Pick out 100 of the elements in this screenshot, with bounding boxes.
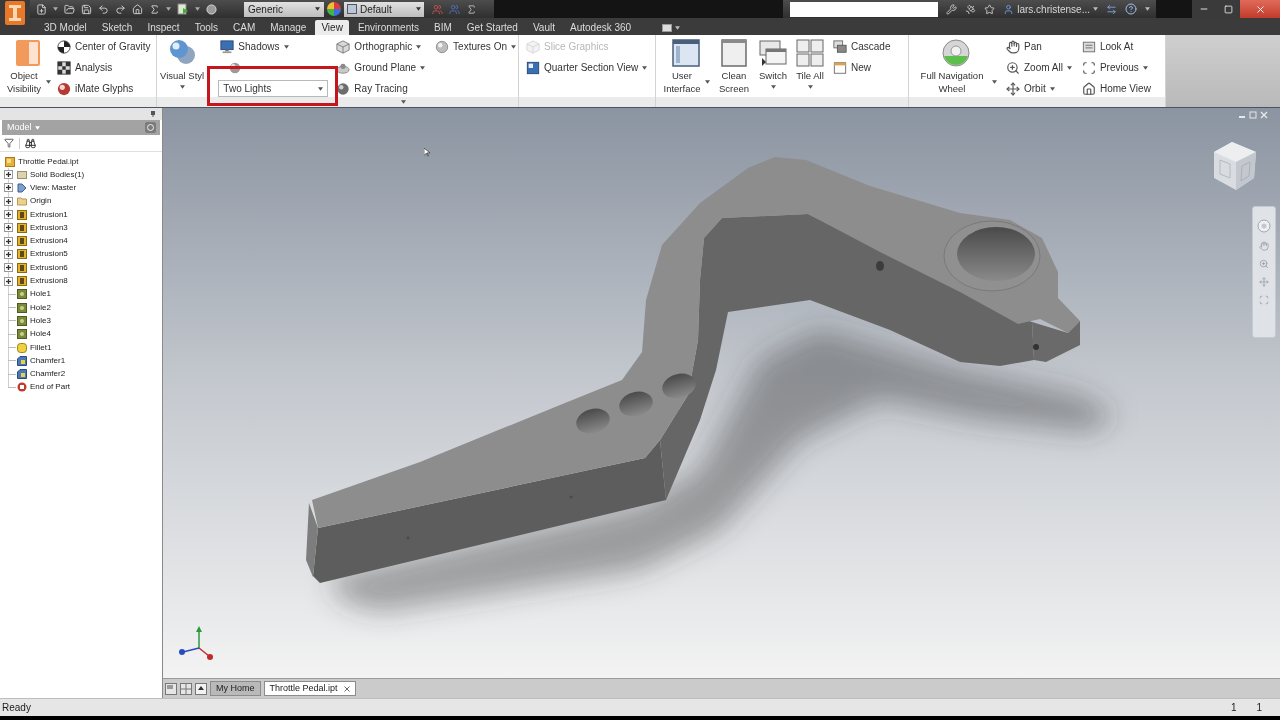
tree-item[interactable]: Extrusion4 xyxy=(30,235,68,248)
help-icon[interactable] xyxy=(1125,3,1137,15)
star-icon[interactable] xyxy=(984,3,996,15)
ribbon-button[interactable]: Center of Gravity xyxy=(55,36,153,57)
ribbon-button[interactable]: Zoom All xyxy=(1004,57,1074,78)
expand-toggle[interactable] xyxy=(4,276,13,286)
new-file-icon[interactable] xyxy=(36,3,47,15)
tree-item[interactable]: Hole3 xyxy=(30,314,51,327)
expand-toggle[interactable] xyxy=(4,223,13,233)
home-icon[interactable] xyxy=(132,3,143,15)
ribbon-button[interactable]: Full Navigation Wheel xyxy=(913,36,998,96)
tree-item[interactable]: Fillet1 xyxy=(30,341,52,354)
ribbon-button[interactable]: New xyxy=(831,57,873,78)
ribbon-button[interactable]: Clean Screen xyxy=(716,36,752,96)
people-icon[interactable] xyxy=(432,3,443,15)
tree-item[interactable]: Extrusion8 xyxy=(30,275,68,287)
ribbon-tab[interactable]: Environments xyxy=(351,20,425,35)
appearance-dropdown[interactable]: Default xyxy=(344,1,424,17)
tree-item[interactable]: Chamfer2 xyxy=(30,368,66,381)
ribbon-button[interactable]: Textures On xyxy=(433,36,518,57)
windows-icon[interactable] xyxy=(165,682,177,695)
ribbon-button[interactable]: Cascade xyxy=(831,36,893,57)
user-menu[interactable]: lars.christense... xyxy=(1003,1,1098,17)
tree-item[interactable]: Hole1 xyxy=(30,288,51,301)
ribbon-button[interactable]: Analysis xyxy=(55,57,115,78)
folder-icon[interactable] xyxy=(64,3,75,15)
ribbon-button[interactable]: Previous xyxy=(1079,57,1150,78)
tree-item[interactable]: Chamfer1 xyxy=(30,354,66,367)
ribbon-button[interactable]: Orthographic xyxy=(334,36,424,57)
expand-toggle[interactable] xyxy=(4,196,13,206)
material-dropdown[interactable]: Generic xyxy=(244,1,324,17)
ribbon-button[interactable]: Orbit xyxy=(1004,78,1057,99)
expand-toggle[interactable] xyxy=(4,249,13,259)
ribbon-tab[interactable]: CAM xyxy=(227,20,262,35)
ribbon-button[interactable]: Visual Styl xyxy=(159,36,206,96)
ribbon-tab[interactable]: Inspect xyxy=(141,20,186,35)
exchange-icon[interactable] xyxy=(1106,3,1117,15)
tree-item[interactable]: View: Master xyxy=(30,181,77,194)
search-field[interactable] xyxy=(790,1,939,17)
bodies-icon xyxy=(17,169,27,180)
color-wheel-icon[interactable] xyxy=(327,2,341,16)
expand-toggle[interactable] xyxy=(4,210,13,220)
grid-icon[interactable] xyxy=(180,682,192,695)
wrench-icon[interactable] xyxy=(946,3,958,15)
tree-item[interactable]: Hole2 xyxy=(30,301,51,314)
expand-toggle[interactable] xyxy=(4,236,13,246)
ribbon-tab[interactable]: BIM xyxy=(428,20,458,35)
expand-toggle[interactable] xyxy=(4,183,13,193)
ribbon-button[interactable]: Ground Plane xyxy=(334,57,428,78)
app-menu-button[interactable] xyxy=(0,0,30,35)
ribbon-tab[interactable]: Sketch xyxy=(95,20,139,35)
tree-item[interactable]: End of Part xyxy=(30,381,71,394)
ribbon-tab[interactable]: Vault xyxy=(526,20,561,35)
ribbon-tab[interactable]: Get Started xyxy=(460,20,524,35)
lighting-dropdown[interactable]: Two Lights xyxy=(218,80,329,97)
ribbon-tab[interactable]: Manage xyxy=(264,20,313,35)
help-icon[interactable] xyxy=(145,122,156,133)
ribbon-button[interactable]: Home View xyxy=(1079,78,1153,99)
stacked-windows-icon xyxy=(833,39,847,54)
ribbon-tab[interactable]: Autodesk 360 xyxy=(564,20,638,35)
undo-icon[interactable] xyxy=(98,3,109,15)
ribbon-button[interactable]: Object Visibility xyxy=(3,36,52,96)
cursor-icon xyxy=(424,148,430,157)
tree-item[interactable]: Throttle Pedal.ipt xyxy=(18,155,79,168)
binoculars-icon[interactable] xyxy=(25,137,36,149)
sigma-icon[interactable] xyxy=(466,3,477,15)
ribbon-button[interactable]: Switch xyxy=(757,36,789,96)
tree-item[interactable]: Origin xyxy=(30,195,52,208)
circle-icon[interactable] xyxy=(206,3,217,15)
ribbon-button[interactable]: Quarter Section View xyxy=(524,57,650,78)
filter-icon[interactable] xyxy=(4,138,14,148)
ribbon-tab[interactable]: Tools xyxy=(188,20,224,35)
sigma-icon[interactable] xyxy=(149,3,160,15)
ribbon-button[interactable]: User Interface xyxy=(660,36,711,96)
redo-icon[interactable] xyxy=(115,3,126,15)
save-icon[interactable] xyxy=(81,3,92,15)
extrusion-icon xyxy=(17,249,27,260)
pin-icon[interactable] xyxy=(150,111,156,117)
document-tab[interactable]: My Home xyxy=(210,681,261,696)
tree-item[interactable]: Hole4 xyxy=(30,328,51,341)
tree-item[interactable]: Solid Bodies(1) xyxy=(30,168,85,181)
tree-item[interactable]: Extrusion3 xyxy=(30,221,68,234)
tree-item[interactable]: Extrusion6 xyxy=(30,261,68,274)
ribbon-tab[interactable]: View xyxy=(315,20,349,35)
document-tab[interactable]: Throttle Pedal.ipt xyxy=(263,681,356,696)
ribbon-tab[interactable]: 3D Model xyxy=(38,20,93,35)
sphere-icon xyxy=(435,39,450,54)
extrusion-icon xyxy=(17,276,27,286)
swatch-icon xyxy=(347,4,357,14)
satellite-icon[interactable] xyxy=(965,3,977,15)
window-icon[interactable] xyxy=(662,23,673,32)
tree-item[interactable]: Extrusion5 xyxy=(30,248,68,261)
expand-toggle[interactable] xyxy=(4,263,13,273)
ribbon-button[interactable]: Pan xyxy=(1004,36,1044,57)
expand-toggle[interactable] xyxy=(4,170,13,180)
ribbon-button[interactable]: Look At xyxy=(1079,36,1136,57)
ribbon-button[interactable]: Shadows xyxy=(218,36,291,57)
tree-item[interactable]: Extrusion1 xyxy=(30,208,68,221)
ribbon-button[interactable]: Tile All xyxy=(794,36,826,96)
document-update-icon[interactable] xyxy=(177,3,189,15)
